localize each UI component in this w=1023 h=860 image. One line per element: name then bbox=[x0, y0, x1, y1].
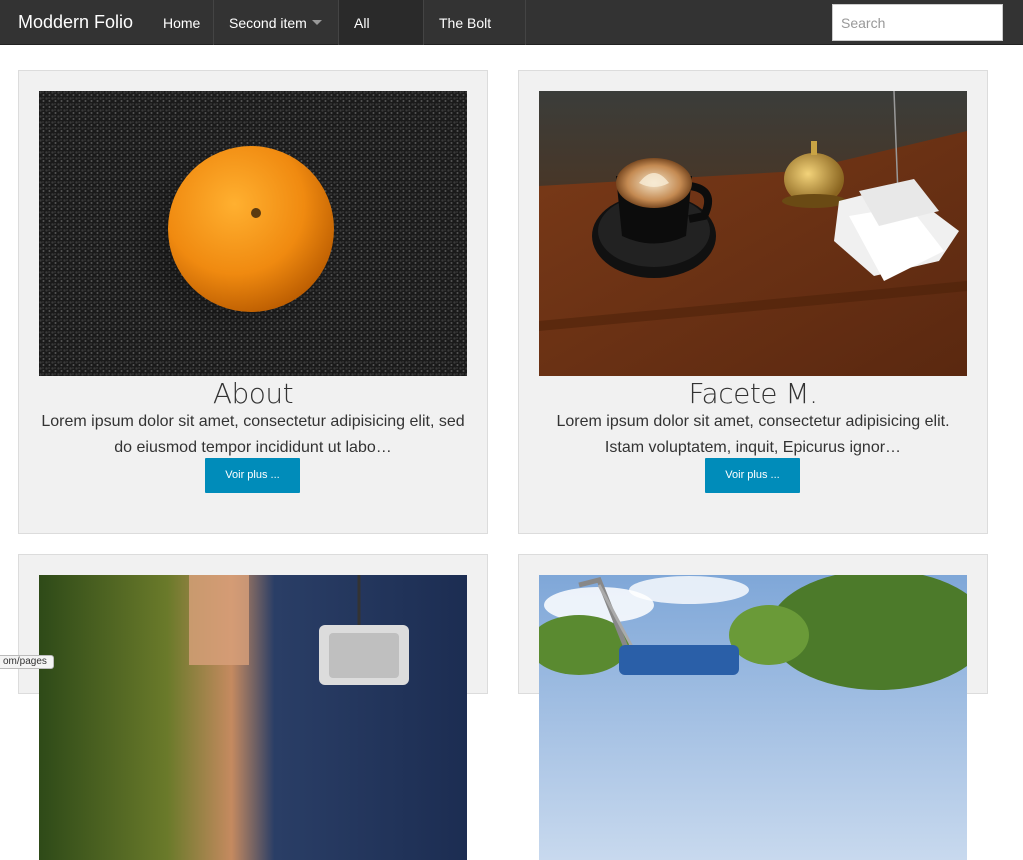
nav-item-second[interactable]: Second item bbox=[213, 0, 338, 45]
nav-item-home[interactable]: Home bbox=[148, 0, 215, 45]
search-input[interactable] bbox=[832, 4, 1003, 41]
nav-item-all-pages[interactable]: All pages bbox=[338, 0, 423, 77]
card-excerpt: Lorem ipsum dolor sit amet, consectetur … bbox=[556, 413, 950, 456]
card-excerpt: Lorem ipsum dolor sit amet, consectetur … bbox=[41, 413, 465, 456]
top-navbar: Moddern Folio Home Second item All pages… bbox=[0, 0, 1023, 77]
nav-item-second-label: Second item bbox=[229, 15, 307, 31]
chevron-down-icon bbox=[312, 20, 322, 25]
read-more-button[interactable]: Voir plus ... bbox=[705, 458, 800, 493]
status-bar-url: om/pages bbox=[0, 655, 54, 669]
card-image-coffee[interactable] bbox=[539, 91, 967, 376]
card-title[interactable]: Facete M. bbox=[519, 377, 987, 410]
card-image-mower[interactable] bbox=[539, 575, 967, 860]
card-image-orange[interactable] bbox=[39, 91, 467, 376]
card-fourth bbox=[518, 554, 988, 860]
nav-item-bolt-site[interactable]: The Bolt site bbox=[423, 0, 526, 77]
card-third bbox=[18, 554, 488, 860]
card-about: About Lorem ipsum dolor sit amet, consec… bbox=[18, 70, 488, 534]
read-more-button[interactable]: Voir plus ... bbox=[205, 458, 300, 493]
card-facete: Facete M. Lorem ipsum dolor sit amet, co… bbox=[518, 70, 988, 534]
card-title[interactable]: About bbox=[19, 377, 487, 410]
card-image-person[interactable] bbox=[39, 575, 467, 860]
brand-logo[interactable]: Moddern Folio bbox=[18, 0, 133, 45]
